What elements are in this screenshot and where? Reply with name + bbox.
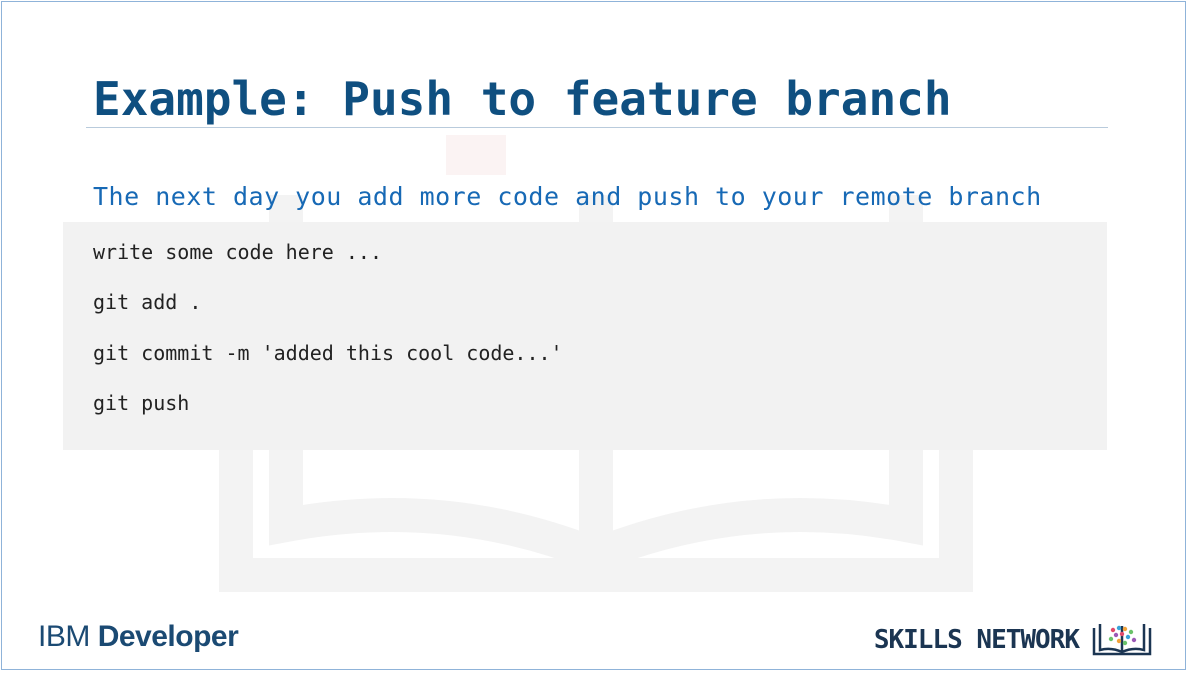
code-block: write some code here ... git add . git c… xyxy=(63,222,1107,450)
brand-name: IBM xyxy=(38,620,90,653)
skills-network-text: SKILLS NETWORK xyxy=(873,625,1080,655)
title-divider xyxy=(86,127,1108,128)
code-line: git push xyxy=(93,391,190,415)
product-name: Developer xyxy=(97,620,239,653)
skills-network-logo: SKILLS NETWORK xyxy=(874,620,1153,660)
open-book-icon xyxy=(1092,624,1152,656)
code-line: write some code here ... xyxy=(93,240,382,264)
slide-title: Example: Push to feature branch xyxy=(93,72,952,126)
code-line: git commit -m 'added this cool code...' xyxy=(93,341,563,365)
code-line: git add . xyxy=(93,290,202,314)
ibm-developer-logo: IBM Developer xyxy=(38,620,239,654)
slide-subtitle: The next day you add more code and push … xyxy=(93,182,1042,211)
